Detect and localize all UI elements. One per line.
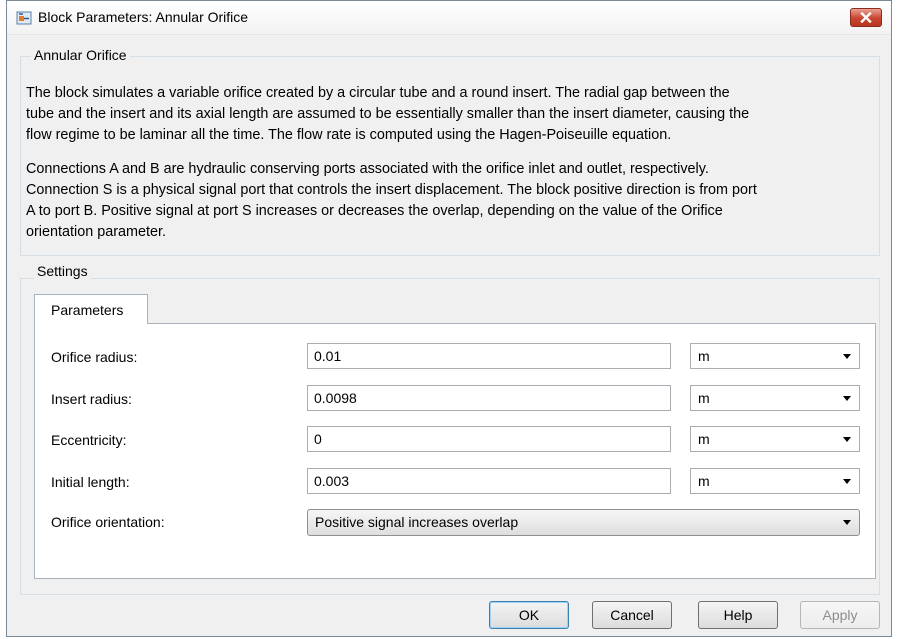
chevron-down-icon bbox=[843, 396, 851, 401]
description-group-label: Annular Orifice bbox=[31, 47, 130, 63]
help-button[interactable]: Help bbox=[698, 601, 778, 629]
insert-radius-field[interactable]: 0.0098 bbox=[307, 385, 671, 411]
close-icon bbox=[860, 12, 872, 23]
orifice-radius-label: Orifice radius: bbox=[51, 349, 138, 365]
orifice-radius-field[interactable]: 0.01 bbox=[307, 343, 671, 369]
unit-value: m bbox=[698, 431, 710, 447]
simulink-block-icon bbox=[16, 11, 32, 25]
chevron-down-icon bbox=[843, 437, 851, 442]
description-line: The block simulates a variable orifice c… bbox=[26, 85, 730, 101]
tab-parameters[interactable]: Parameters bbox=[34, 294, 148, 324]
description-line: orientation parameter. bbox=[26, 224, 166, 240]
orifice-orientation-label: Orifice orientation: bbox=[51, 514, 165, 530]
insert-radius-unit-select[interactable]: m bbox=[690, 385, 860, 411]
description-line: A to port B. Positive signal at port S i… bbox=[26, 203, 723, 219]
chevron-down-icon bbox=[843, 520, 851, 525]
unit-value: m bbox=[698, 348, 710, 364]
initial-length-unit-select[interactable]: m bbox=[690, 468, 860, 494]
initial-length-label: Initial length: bbox=[51, 474, 130, 490]
ok-button[interactable]: OK bbox=[489, 601, 569, 629]
unit-value: m bbox=[698, 390, 710, 406]
title-bar[interactable]: Block Parameters: Annular Orifice bbox=[7, 1, 891, 35]
insert-radius-label: Insert radius: bbox=[51, 391, 132, 407]
description-line: flow regime to be laminar all the time. … bbox=[26, 127, 672, 143]
settings-group-label: Settings bbox=[34, 263, 91, 279]
eccentricity-label: Eccentricity: bbox=[51, 432, 127, 448]
close-button[interactable] bbox=[850, 8, 882, 27]
eccentricity-field[interactable]: 0 bbox=[307, 426, 671, 452]
description-line: Connection S is a physical signal port t… bbox=[26, 182, 757, 198]
description-paragraph-2: Connections A and B are hydraulic conser… bbox=[26, 159, 881, 243]
chevron-down-icon bbox=[843, 479, 851, 484]
orifice-radius-unit-select[interactable]: m bbox=[690, 343, 860, 369]
orifice-orientation-select[interactable]: Positive signal increases overlap bbox=[307, 509, 860, 536]
chevron-down-icon bbox=[843, 354, 851, 359]
description-paragraph-1: The block simulates a variable orifice c… bbox=[26, 83, 881, 146]
orifice-orientation-value: Positive signal increases overlap bbox=[315, 514, 519, 530]
eccentricity-unit-select[interactable]: m bbox=[690, 426, 860, 452]
description-line: Connections A and B are hydraulic conser… bbox=[26, 161, 709, 177]
description-line: tube and the insert and its axial length… bbox=[26, 106, 750, 122]
cancel-button[interactable]: Cancel bbox=[592, 601, 672, 629]
apply-button[interactable]: Apply bbox=[800, 601, 880, 629]
initial-length-field[interactable]: 0.003 bbox=[307, 468, 671, 494]
unit-value: m bbox=[698, 473, 710, 489]
window-title: Block Parameters: Annular Orifice bbox=[38, 9, 249, 25]
tab-parameters-label: Parameters bbox=[51, 302, 124, 318]
